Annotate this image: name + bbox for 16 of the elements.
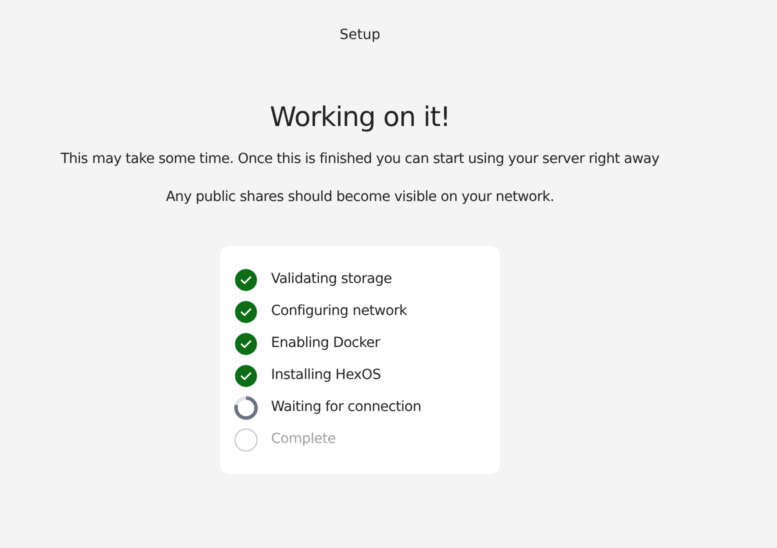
step-label: Validating storage — [271, 270, 392, 289]
heading: Working on it! — [270, 101, 450, 135]
step-label: Enabling Docker — [271, 334, 380, 353]
check-icon — [235, 332, 257, 354]
check-icon — [235, 268, 257, 290]
check-icon — [235, 364, 257, 386]
spinner-icon — [234, 396, 258, 420]
step-label: Waiting for connection — [271, 398, 422, 417]
step-label: Configuring network — [271, 302, 407, 321]
info-text: This may take some time. Once this is finished you can start using your server right away — [60, 150, 660, 168]
page-title: Setup — [340, 26, 380, 45]
step-label: Installing HexOS — [271, 366, 381, 385]
info-text: Any public shares should become visible on your network. — [166, 188, 554, 206]
empty-circle-icon — [234, 428, 258, 452]
step-label: Complete — [271, 430, 336, 449]
check-icon — [235, 300, 257, 322]
